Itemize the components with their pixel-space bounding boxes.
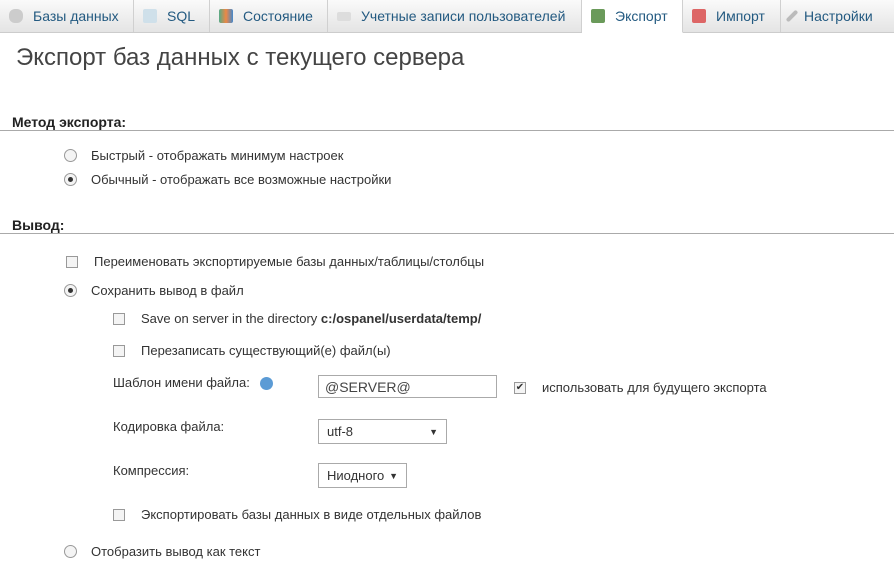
- dropdown-arrow-icon: ▼: [429, 426, 438, 437]
- checkbox[interactable]: [66, 255, 78, 268]
- checkbox[interactable]: [113, 344, 125, 357]
- separate-files-checkbox[interactable]: Экспортировать базы данных в виде отдель…: [113, 507, 481, 522]
- help-icon[interactable]: [259, 377, 273, 391]
- checkbox-label: Переименовать экспортируемые базы данных…: [94, 254, 485, 269]
- tab-label: Учетные записи пользователей: [361, 8, 566, 24]
- radio-save-file[interactable]: Сохранить вывод в файл: [64, 283, 244, 298]
- compression-label: Компрессия:: [113, 463, 190, 478]
- dropdown-arrow-icon: ▼: [389, 470, 398, 481]
- charset-label: Кодировка файла:: [113, 419, 225, 434]
- overwrite-checkbox[interactable]: Перезаписать существующий(е) файл(ы): [113, 343, 391, 358]
- tab-import[interactable]: Импорт: [683, 0, 781, 32]
- radio-label: Отобразить вывод как текст: [91, 544, 261, 559]
- tab-label: Настройки: [804, 8, 873, 24]
- tab-label: Базы данных: [33, 8, 119, 24]
- divider: [0, 233, 894, 234]
- radio-label: Быстрый - отображать минимум настроек: [91, 148, 344, 163]
- radio-button[interactable]: [64, 545, 77, 558]
- radio-label: Сохранить вывод в файл: [91, 283, 244, 298]
- select-value: utf-8: [327, 424, 354, 439]
- server-path: c:/ospanel/userdata/temp/: [320, 311, 482, 326]
- export-method-heading: Метод экспорта:: [12, 114, 127, 130]
- filename-template-input[interactable]: @SERVER@: [318, 375, 497, 398]
- save-on-server-checkbox[interactable]: Save on server in the directory c:/ospan…: [113, 311, 481, 326]
- checkbox-label: Экспортировать базы данных в виде отдель…: [141, 507, 482, 522]
- radio-button[interactable]: [64, 284, 77, 297]
- compression-select[interactable]: Ниодного ▼: [318, 463, 407, 488]
- radio-quick[interactable]: Быстрый - отображать минимум настроек: [64, 148, 343, 163]
- checkbox-label: использовать для будущего экспорта: [542, 380, 767, 395]
- checkbox[interactable]: ✔: [514, 381, 526, 394]
- database-icon: [9, 9, 23, 23]
- remember-template-checkbox[interactable]: ✔ использовать для будущего экспорта: [514, 380, 767, 395]
- top-tabs: Базы данных SQL Состояние Учетные записи…: [0, 0, 894, 33]
- tab-export[interactable]: Экспорт: [582, 0, 683, 33]
- tab-label: Экспорт: [615, 8, 668, 24]
- radio-button[interactable]: [64, 173, 77, 186]
- tab-sql[interactable]: SQL: [134, 0, 210, 32]
- tab-label: SQL: [167, 8, 196, 24]
- label-text: Шаблон имени файла:: [113, 375, 250, 390]
- checkbox-label: Save on server in the directory: [141, 311, 321, 326]
- tab-users[interactable]: Учетные записи пользователей: [328, 0, 582, 32]
- checkbox-label: Перезаписать существующий(е) файл(ы): [141, 343, 391, 358]
- tab-settings[interactable]: Настройки: [781, 0, 894, 32]
- radio-label: Обычный - отображать все возможные настр…: [91, 172, 392, 187]
- template-label: Шаблон имени файла:: [113, 375, 273, 391]
- status-icon: [219, 9, 233, 23]
- rename-checkbox[interactable]: Переименовать экспортируемые базы данных…: [66, 254, 484, 269]
- radio-button[interactable]: [64, 149, 77, 162]
- tab-label: Импорт: [716, 8, 765, 24]
- radio-as-text[interactable]: Отобразить вывод как текст: [64, 544, 260, 559]
- checkbox[interactable]: [113, 508, 125, 521]
- checkbox[interactable]: [113, 312, 125, 325]
- users-icon: [337, 11, 351, 21]
- output-heading: Вывод:: [12, 217, 65, 233]
- select-value: Ниодного: [327, 468, 385, 483]
- tab-label: Состояние: [243, 8, 313, 24]
- radio-custom[interactable]: Обычный - отображать все возможные настр…: [64, 172, 391, 187]
- page-title: Экспорт баз данных с текущего сервера: [16, 44, 465, 71]
- charset-select[interactable]: utf-8 ▼: [318, 419, 447, 444]
- tab-databases[interactable]: Базы данных: [0, 0, 134, 32]
- wrench-icon: [785, 9, 799, 23]
- divider: [0, 130, 894, 131]
- export-icon: [591, 9, 605, 23]
- import-icon: [692, 9, 706, 23]
- tab-status[interactable]: Состояние: [210, 0, 328, 32]
- sql-icon: [143, 9, 157, 23]
